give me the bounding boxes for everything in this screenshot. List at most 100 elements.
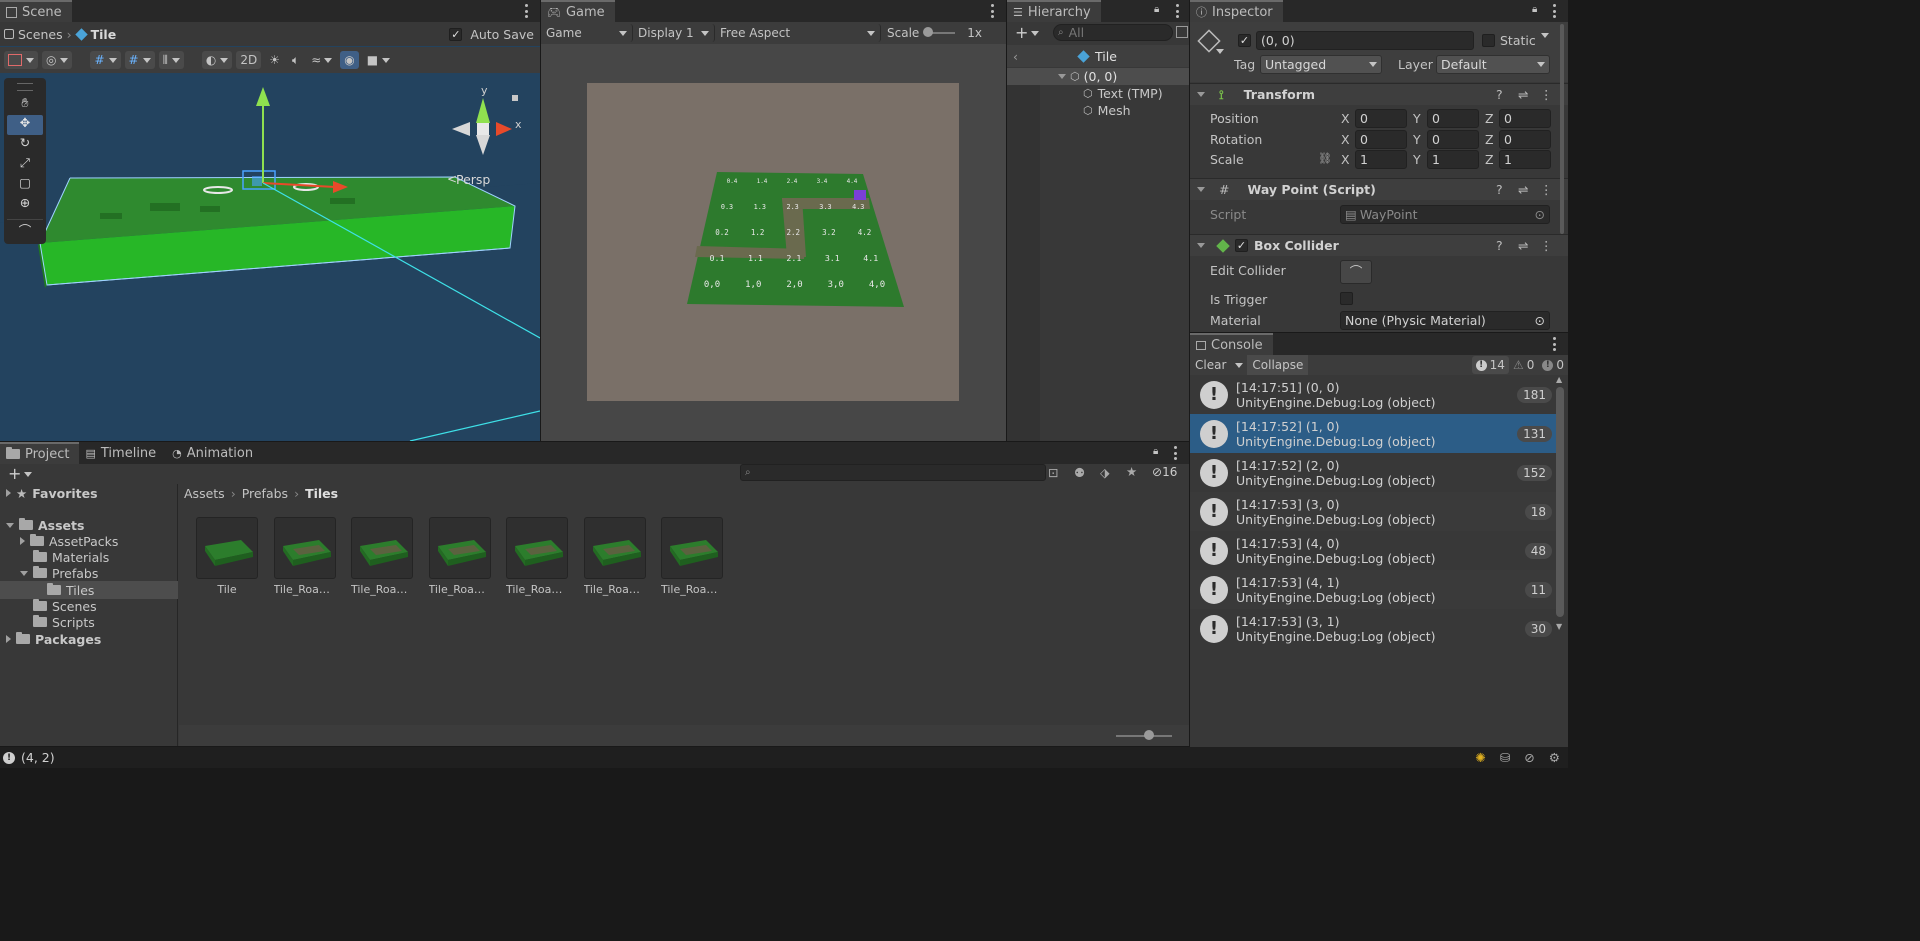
preset-icon[interactable]: ⇌	[1518, 87, 1528, 102]
static-dropdown-icon[interactable]	[1541, 33, 1549, 53]
static-checkbox[interactable]	[1482, 34, 1495, 47]
transform-position-z-input[interactable]: 0	[1499, 109, 1551, 128]
game-view[interactable]: 0.4 1.4 2.4 3.4 4.4 0.3 1.3 2.3 3.3 4.3 0.2 1.2 2.2 3…	[587, 83, 959, 401]
object-cube-dropdown-icon[interactable]	[1216, 49, 1224, 69]
tab-scene[interactable]: Scene	[0, 0, 72, 22]
scale-tool-icon[interactable]: ⤢	[7, 155, 43, 175]
persp-toggle[interactable]: Persp	[456, 172, 490, 187]
favorites-row[interactable]: ★ Favorites	[6, 484, 98, 502]
thumbnail-size-slider[interactable]	[1116, 730, 1172, 740]
tab-inspector[interactable]: ⓘ Inspector	[1190, 0, 1283, 22]
grid-snap-button[interactable]: #	[90, 51, 121, 69]
hierarchy-menu-icon[interactable]	[1175, 4, 1179, 18]
hierarchy-item-mesh[interactable]: ⬡ Mesh	[1083, 102, 1131, 119]
console-entry[interactable]: ! [14:17:51] (0, 0) UnityEngine.Debug:Log …	[1190, 375, 1556, 414]
hierarchy-row-selected[interactable]: ⬡ (0, 0)	[1007, 68, 1189, 85]
help-icon[interactable]: ?	[1496, 238, 1503, 253]
expand-icon[interactable]	[1058, 74, 1066, 79]
transform-tool-icon[interactable]: ⊕	[7, 195, 43, 215]
transform-rotation-y-input[interactable]: 0	[1427, 130, 1479, 149]
cache-icon[interactable]: ⛁	[1500, 750, 1510, 765]
transform-header[interactable]: ⟟ Transform ? ⇌ ⋮	[1190, 83, 1568, 105]
constrain-proportions-icon[interactable]: ⛓	[1318, 152, 1332, 165]
search-mode-icon[interactable]: ⊡	[1048, 465, 1058, 480]
component-menu-icon[interactable]: ⋮	[1540, 238, 1553, 253]
move-tool-icon[interactable]: ✥	[7, 115, 43, 135]
console-entry[interactable]: ! [14:17:53] (3, 1) UnityEngine.Debug:Log …	[1190, 609, 1556, 648]
game-menu-icon[interactable]	[990, 4, 994, 18]
tab-project[interactable]: Project	[0, 442, 80, 464]
asset-item[interactable]: Tile_RoadC...	[273, 517, 336, 596]
hidden-packages-toggle[interactable]: ⊘16	[1152, 465, 1177, 479]
active-checkbox[interactable]	[1238, 34, 1251, 47]
transform-position-y-input[interactable]: 0	[1427, 109, 1479, 128]
breadcrumb-tiles[interactable]: Tiles	[305, 486, 338, 501]
console-scrollbar[interactable]	[1556, 387, 1564, 617]
console-entry[interactable]: ! [14:17:52] (2, 0) UnityEngine.Debug:Log …	[1190, 453, 1556, 492]
edit-collider-button[interactable]: ⌒	[1340, 260, 1372, 284]
asset-item[interactable]: Tile_RoadC...	[351, 517, 413, 596]
preset-icon[interactable]: ⇌	[1518, 182, 1528, 197]
camera-button[interactable]: ■	[363, 51, 394, 69]
breadcrumb-scenes[interactable]: Scenes	[18, 27, 63, 42]
rect-tool-icon[interactable]: ▢	[7, 175, 43, 195]
draw-mode-button[interactable]	[4, 51, 38, 69]
scroll-up-icon[interactable]: ▲	[1556, 375, 1562, 384]
globe-button[interactable]: ◎	[42, 51, 73, 69]
log-filter-toggle[interactable]: ! 14	[1471, 356, 1509, 374]
scene-filter-icon[interactable]	[1176, 26, 1188, 38]
tab-timeline[interactable]: ▤ Timeline	[79, 442, 166, 464]
collapse-icon[interactable]	[6, 522, 14, 528]
tab-console[interactable]: Console	[1190, 333, 1273, 355]
custom-tool-icon[interactable]: ⌒	[7, 219, 43, 241]
mode-2d-button[interactable]: 2D	[236, 51, 262, 69]
hierarchy-add-button[interactable]: +	[1015, 23, 1040, 42]
asset-item[interactable]: Tile_RoadC...	[428, 517, 491, 596]
thumbnail-size-thumb[interactable]	[1144, 730, 1154, 740]
hierarchy-item-text-tmp[interactable]: ⬡ Text (TMP)	[1083, 85, 1163, 102]
scroll-down-icon[interactable]: ▼	[1556, 622, 1562, 631]
lock-icon[interactable]: 🔒︎	[1154, 4, 1159, 15]
scale-slider[interactable]	[923, 27, 956, 37]
tag-dropdown[interactable]: Untagged	[1260, 55, 1382, 74]
help-icon[interactable]: ?	[1496, 87, 1503, 102]
scale-slider-thumb[interactable]	[923, 27, 934, 37]
breadcrumb-tile[interactable]: Tile	[91, 27, 117, 42]
transform-scale-z-input[interactable]: 1	[1499, 150, 1551, 169]
folder-prefabs[interactable]: Prefabs	[20, 564, 98, 582]
asset-item[interactable]: Tile_RoadC...	[506, 517, 568, 596]
lock-icon[interactable]: 🔒︎	[1532, 4, 1537, 15]
console-entry[interactable]: ! [14:17:53] (4, 0) UnityEngine.Debug:Log …	[1190, 531, 1556, 570]
align-button[interactable]: ⦀	[158, 51, 184, 69]
asset-item[interactable]: Tile_RoadS...	[661, 517, 723, 596]
expand-icon[interactable]	[6, 635, 11, 643]
layer-dropdown[interactable]: Default	[1436, 55, 1550, 74]
breadcrumb-prefabs[interactable]: Prefabs	[242, 486, 288, 501]
console-entry[interactable]: ! [14:17:52] (1, 0) UnityEngine.Debug:Log …	[1190, 414, 1556, 453]
collapse-icon[interactable]	[1197, 92, 1205, 97]
box-collider-enabled-checkbox[interactable]	[1235, 239, 1248, 252]
settings-icon[interactable]: ⚙	[1549, 750, 1560, 765]
rotate-tool-icon[interactable]: ↻	[7, 135, 43, 155]
project-menu-icon[interactable]	[1173, 446, 1177, 460]
audio-button[interactable]: 🔈︎	[288, 51, 303, 69]
game-mode-dropdown[interactable]: Game	[541, 24, 633, 42]
lock-icon[interactable]: 🔒︎	[1153, 446, 1158, 457]
help-icon[interactable]: ?	[1496, 182, 1503, 197]
transform-scale-x-input[interactable]: 1	[1355, 150, 1407, 169]
network-icon[interactable]: ⊘	[1524, 750, 1534, 765]
hierarchy-search-input[interactable]: ⌕ All	[1053, 24, 1173, 41]
collapse-icon[interactable]	[20, 570, 28, 576]
expand-icon[interactable]	[6, 489, 11, 497]
auto-save-checkbox[interactable]	[449, 27, 463, 41]
waypoint-header[interactable]: # Way Point (Script) ? ⇌ ⋮	[1190, 178, 1568, 200]
collapse-icon[interactable]	[1197, 243, 1205, 248]
box-collider-header[interactable]: Box Collider ? ⇌ ⋮	[1190, 234, 1568, 256]
console-entry[interactable]: ! [14:17:53] (3, 0) UnityEngine.Debug:Log …	[1190, 492, 1556, 531]
aspect-dropdown[interactable]: Free Aspect	[715, 24, 881, 42]
object-name-input[interactable]: (0, 0)	[1256, 31, 1474, 50]
asset-item[interactable]: Tile_RoadS...	[583, 517, 646, 596]
inspector-menu-icon[interactable]	[1552, 4, 1556, 18]
component-menu-icon[interactable]: ⋮	[1540, 87, 1553, 102]
object-picker-icon[interactable]: ⊙	[1535, 313, 1545, 328]
